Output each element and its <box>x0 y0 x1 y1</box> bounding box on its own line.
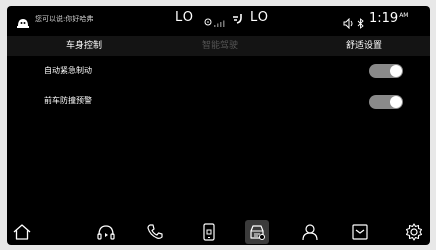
app-store-icon[interactable] <box>350 222 370 242</box>
infotainment-screen: 您可以说:你好哈弗 LO LO 1:19AM 车身控制 智能驾驶 舒适设置 自动… <box>7 6 430 245</box>
clock-ampm: AM <box>399 12 409 19</box>
tab-smart-driving[interactable]: 智能驾驶 <box>170 36 270 56</box>
phone-mirror-icon[interactable] <box>199 222 219 242</box>
temp-right-display[interactable]: LO <box>250 10 269 26</box>
music-icon[interactable] <box>96 222 116 242</box>
clock: 1:19AM <box>369 11 408 27</box>
phone-icon[interactable] <box>145 222 165 242</box>
toggle-fcw[interactable] <box>369 95 403 109</box>
tab-comfort-settings[interactable]: 舒适设置 <box>314 36 414 56</box>
voice-hint-text: 您可以说:你好哈弗 <box>35 15 94 23</box>
setting-label-aeb: 自动紧急制动 <box>44 66 92 75</box>
toggle-aeb[interactable] <box>369 64 403 78</box>
home-icon[interactable] <box>12 222 32 242</box>
tab-bar: 车身控制 智能驾驶 舒适设置 <box>7 36 430 56</box>
settings-gear-icon[interactable] <box>404 222 424 242</box>
tab-body-control[interactable]: 车身控制 <box>34 36 134 56</box>
volume-icon[interactable] <box>343 14 355 30</box>
status-bar: 您可以说:你好哈弗 LO LO 1:19AM <box>7 6 430 32</box>
vehicle-settings-icon[interactable] <box>245 220 269 244</box>
toggle-knob <box>390 96 402 108</box>
setting-label-fcw: 前车防撞预警 <box>44 96 92 105</box>
bluetooth-icon <box>357 14 364 29</box>
bottom-dock <box>7 218 430 245</box>
temp-left-display[interactable]: LO <box>175 10 194 26</box>
fan-speed-icon[interactable] <box>204 13 228 27</box>
voice-assistant-icon[interactable] <box>16 14 30 28</box>
clock-time: 1:19 <box>369 11 399 26</box>
airflow-mode-icon[interactable] <box>231 11 245 25</box>
toggle-knob <box>390 65 402 77</box>
profile-icon[interactable] <box>300 222 320 242</box>
